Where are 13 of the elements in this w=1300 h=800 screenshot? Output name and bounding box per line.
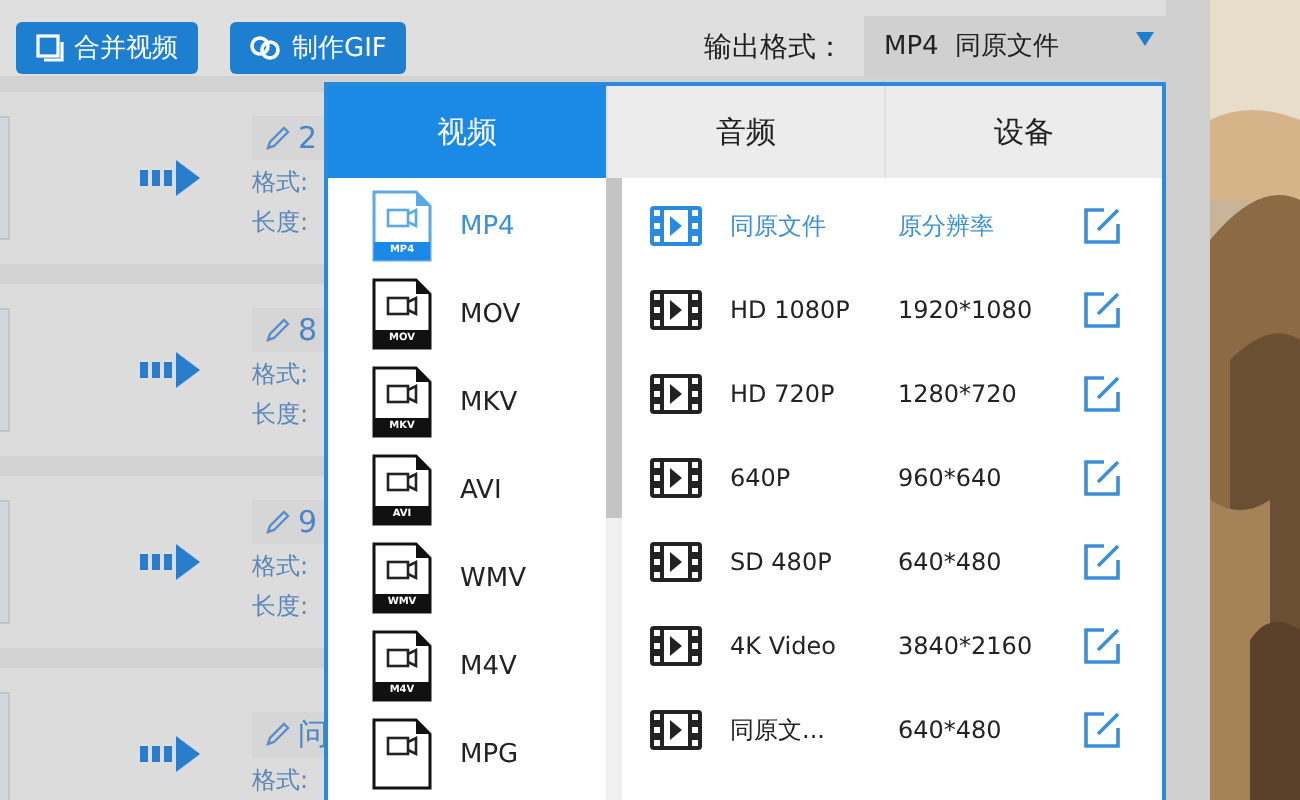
preset-resolution: 原分辨率: [898, 209, 996, 243]
preset-resolution: 960*640: [898, 464, 1004, 492]
length-label: 长度:: [252, 206, 311, 240]
output-format-label: 输出格式：: [704, 30, 844, 66]
preset-resolution: 1920*1080: [898, 296, 1035, 324]
preset-resolution: 640*480: [898, 716, 1004, 744]
preset-resolution: 3840*2160: [898, 632, 1035, 660]
format-label: 格式:: [252, 550, 311, 584]
format-label: 格式:: [252, 358, 311, 392]
format-label: 格式:: [252, 763, 311, 797]
preset-resolution: 1280*720: [898, 380, 1019, 408]
format-label: 格式:: [252, 166, 311, 200]
preset-resolution: 640*480: [898, 548, 1004, 576]
